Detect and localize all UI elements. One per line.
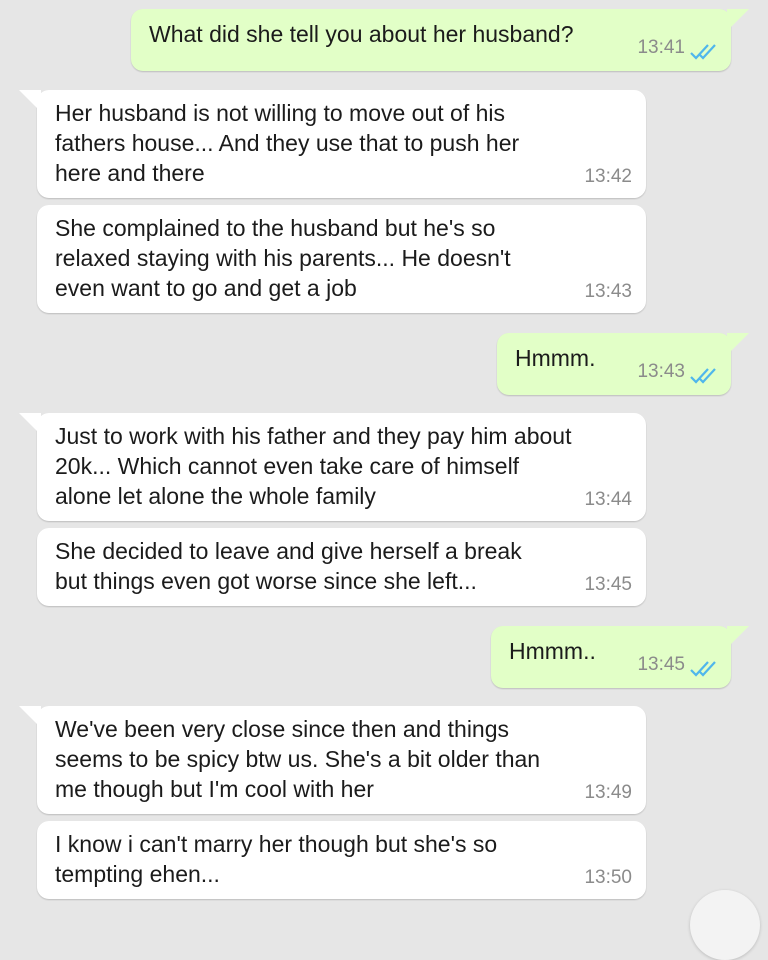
message-text: She decided to leave and give herself a … (55, 538, 522, 594)
scroll-down-button[interactable] (690, 890, 760, 960)
message-timestamp: 13:43 (584, 281, 632, 302)
message-bubble-incoming[interactable]: I know i can't marry her though but she'… (37, 821, 646, 899)
message-timestamp: 13:41 (637, 37, 685, 58)
message-timestamp: 13:45 (637, 654, 685, 675)
message-timestamp: 13:49 (584, 782, 632, 803)
message-bubble-incoming[interactable]: She decided to leave and give herself a … (37, 528, 646, 606)
message-bubble-outgoing[interactable]: Hmmm. 13:43 (497, 333, 749, 395)
message-text: What did she tell you about her husband? (149, 21, 574, 47)
message-bubble-outgoing[interactable]: Hmmm.. 13:45 (491, 626, 749, 688)
message-text: We've been very close since then and thi… (55, 716, 541, 802)
message-text: Just to work with his father and they pa… (55, 423, 572, 509)
message-timestamp: 13:45 (584, 574, 632, 595)
bubble-tail (727, 626, 749, 648)
double-check-icon (689, 660, 719, 678)
message-text: Hmmm.. (509, 638, 596, 664)
double-check-icon (689, 43, 719, 61)
bubble-tail (19, 706, 41, 728)
bubble-tail (727, 9, 749, 31)
message-text: Her husband is not willing to move out o… (55, 100, 520, 186)
double-check-icon (689, 367, 719, 385)
bubble-tail (19, 90, 41, 112)
message-timestamp: 13:50 (584, 867, 632, 888)
message-timestamp: 13:43 (637, 361, 685, 382)
message-text: She complained to the husband but he's s… (55, 215, 511, 301)
message-bubble-incoming[interactable]: Just to work with his father and they pa… (19, 413, 646, 521)
message-bubble-incoming[interactable]: She complained to the husband but he's s… (37, 205, 646, 313)
message-bubble-incoming[interactable]: Her husband is not willing to move out o… (19, 90, 646, 198)
message-timestamp: 13:44 (584, 489, 632, 510)
message-bubble-outgoing[interactable]: What did she tell you about her husband?… (131, 9, 749, 71)
bubble-tail (727, 333, 749, 355)
message-text: I know i can't marry her though but she'… (55, 831, 498, 887)
message-text: Hmmm. (515, 345, 596, 371)
message-bubble-incoming[interactable]: We've been very close since then and thi… (19, 706, 646, 814)
bubble-tail (19, 413, 41, 435)
message-timestamp: 13:42 (584, 166, 632, 187)
